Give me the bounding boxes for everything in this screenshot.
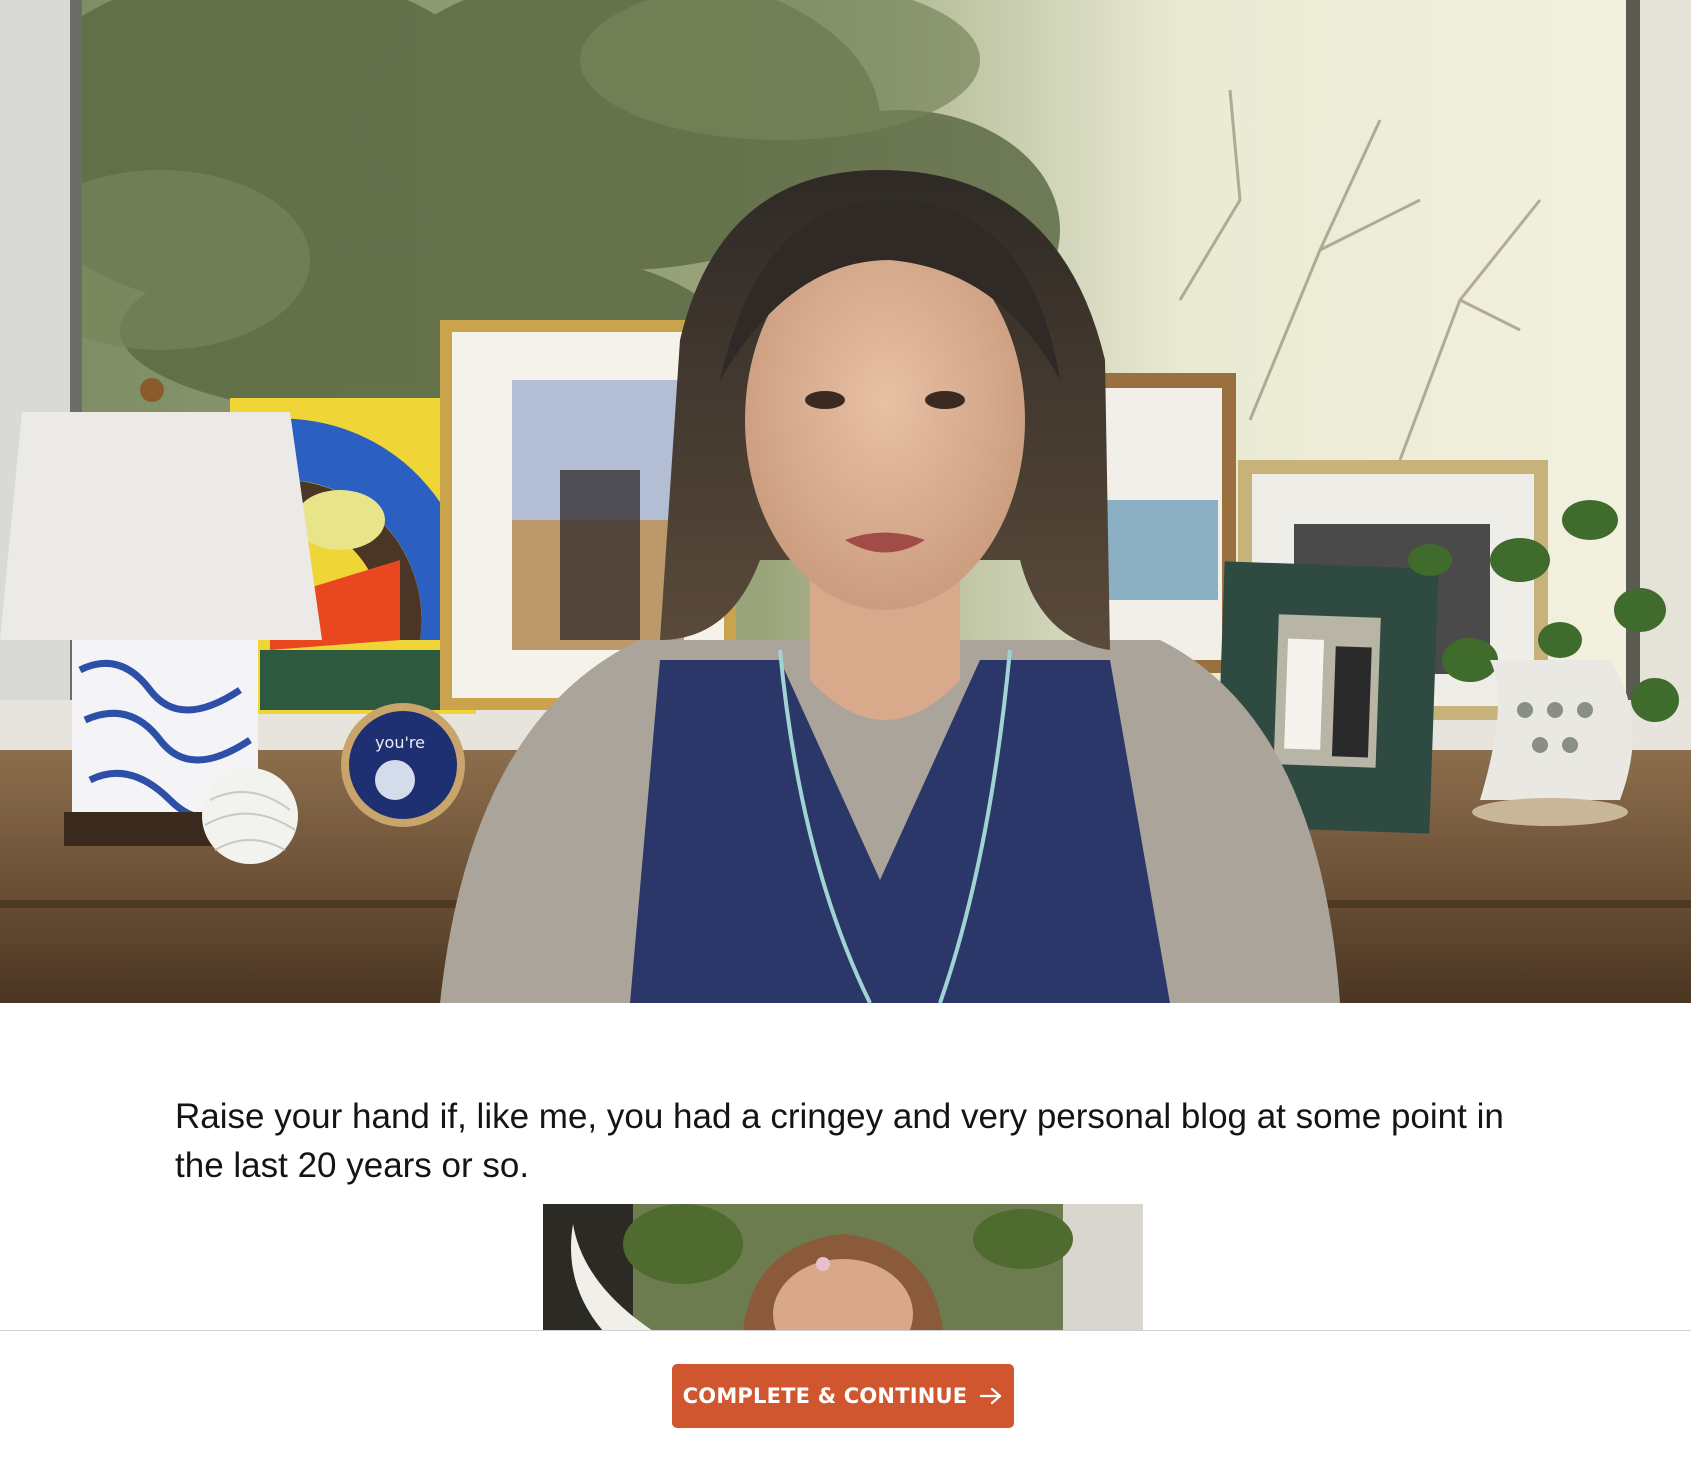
lesson-video[interactable]: you're — [0, 0, 1691, 1003]
lesson-image-illustration — [543, 1204, 1143, 1331]
hoop-text: you're — [375, 733, 425, 752]
complete-and-continue-button[interactable]: COMPLETE & CONTINUE — [672, 1364, 1014, 1428]
lesson-footer-bar: COMPLETE & CONTINUE — [0, 1330, 1691, 1459]
lesson-paragraph: Raise your hand if, like me, you had a c… — [175, 1097, 1504, 1185]
arrow-right-icon — [979, 1386, 1003, 1406]
complete-button-label: COMPLETE & CONTINUE — [682, 1384, 968, 1408]
lesson-gif-image — [543, 1204, 1143, 1331]
video-frame-illustration: you're — [0, 0, 1691, 1003]
